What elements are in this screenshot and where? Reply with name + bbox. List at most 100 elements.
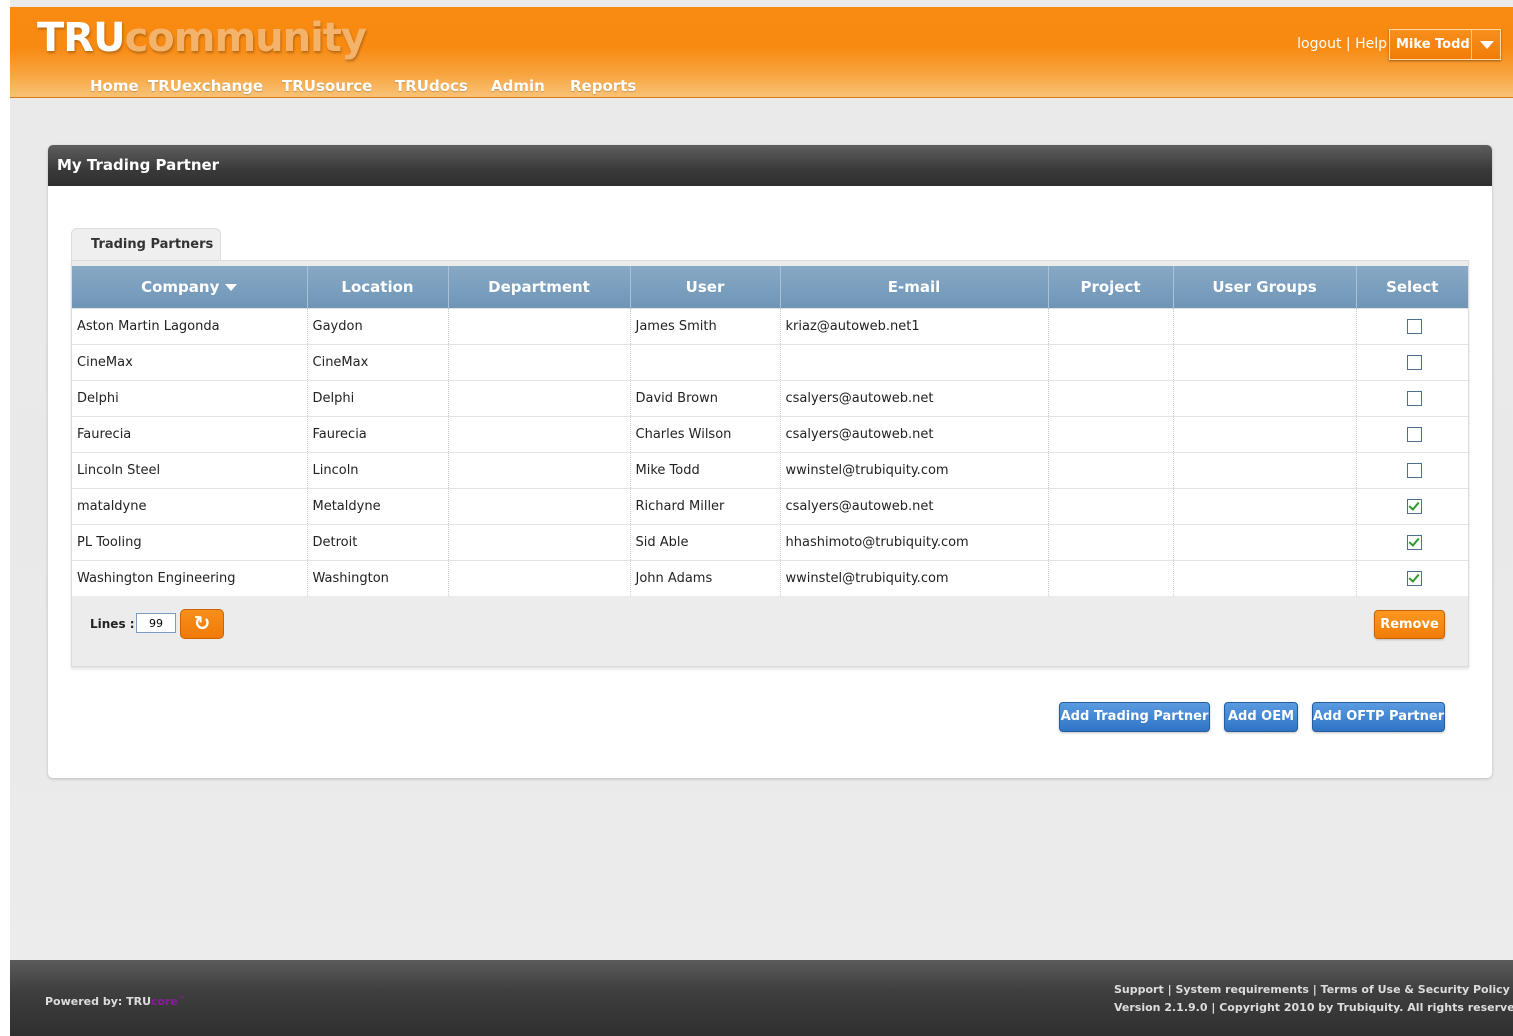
row-select-checkbox[interactable] <box>1407 355 1423 370</box>
add-oftp-partner-button[interactable]: Add OFTP Partner <box>1312 702 1445 732</box>
cell-location: CineMax <box>306 344 448 381</box>
cell-email: hhashimoto@trubiquity.com <box>779 524 1048 561</box>
cell-email: csalyers@autoweb.net <box>779 416 1048 453</box>
powered-core: core <box>151 995 178 1008</box>
row-select-checkbox[interactable] <box>1407 499 1423 514</box>
footer-copyright: Version 2.1.9.0 | Copyright 2010 by Trub… <box>1114 1001 1513 1014</box>
add-oem-button[interactable]: Add OEM <box>1224 702 1298 732</box>
system-requirements-link[interactable]: System requirements <box>1175 983 1308 996</box>
trading-partner-panel: My Trading Partner Trading Partners Comp… <box>48 145 1492 778</box>
refresh-button[interactable]: ↻ <box>180 609 224 639</box>
cell-email: wwinstel@trubiquity.com <box>779 452 1048 489</box>
cell-user: John Adams <box>629 560 780 596</box>
table-row[interactable]: CineMax CineMax <box>72 344 1468 381</box>
cell-department <box>447 524 630 561</box>
tab-trading-partners[interactable]: Trading Partners <box>71 228 221 260</box>
table-row[interactable]: Washington Engineering Washington John Ada… <box>72 560 1468 596</box>
panel-title: My Trading Partner <box>57 156 220 174</box>
cell-location: Delphi <box>306 380 448 417</box>
footer-separator: | <box>1211 1001 1216 1014</box>
column-header-location[interactable]: Location <box>306 266 448 309</box>
cell-project <box>1047 416 1173 453</box>
cell-company: CineMax <box>72 344 307 381</box>
remove-button[interactable]: Remove <box>1374 610 1445 639</box>
support-link[interactable]: Support <box>1114 983 1164 996</box>
table-row[interactable]: PL Tooling Detroit Sid Able hhashimoto@trub… <box>72 524 1468 561</box>
cell-email: csalyers@autoweb.net <box>779 380 1048 417</box>
cell-location: Washington <box>306 560 448 596</box>
logout-link[interactable]: logout <box>1297 36 1341 52</box>
app-logo[interactable]: TRUcommunity <box>37 15 367 61</box>
cell-department <box>447 308 630 345</box>
cell-select <box>1355 560 1468 596</box>
trading-partners-table: Company Location Department User E-mail … <box>72 266 1468 596</box>
terms-link[interactable]: Terms of Use & Security Policy <box>1321 983 1510 996</box>
column-header-user[interactable]: User <box>629 266 780 309</box>
row-select-checkbox[interactable] <box>1407 319 1423 334</box>
cell-user: Charles Wilson <box>629 416 780 453</box>
tab-label: Trading Partners <box>91 237 214 252</box>
add-trading-partner-button[interactable]: Add Trading Partner <box>1059 702 1210 732</box>
nav-reports[interactable]: Reports <box>570 77 636 95</box>
lines-input[interactable] <box>136 613 176 633</box>
cell-department <box>447 416 630 453</box>
cell-email: kriaz@autoweb.net1 <box>779 308 1048 345</box>
logo-community: community <box>124 15 367 61</box>
trademark: ™ <box>177 995 186 1004</box>
column-header-department[interactable]: Department <box>447 266 630 309</box>
panel-header: My Trading Partner <box>48 145 1492 186</box>
column-header-company[interactable]: Company <box>72 266 307 309</box>
cell-department <box>447 488 630 525</box>
nav-home[interactable]: Home <box>90 77 139 95</box>
cell-project <box>1047 524 1173 561</box>
cell-user-groups <box>1172 416 1356 453</box>
column-label: Company <box>141 278 220 296</box>
trading-partners-grid: Company Location Department User E-mail … <box>71 260 1469 667</box>
nav-trusource[interactable]: TRUsource <box>282 77 372 95</box>
sort-desc-icon <box>225 284 238 291</box>
top-links-separator: | <box>1345 36 1351 52</box>
cell-select <box>1355 344 1468 381</box>
cell-department <box>447 380 630 417</box>
cell-user: David Brown <box>629 380 780 417</box>
cell-location: Faurecia <box>306 416 448 453</box>
column-header-select[interactable]: Select <box>1355 266 1468 309</box>
nav-trudocs[interactable]: TRUdocs <box>395 77 468 95</box>
table-row[interactable]: Aston Martin Lagonda Gaydon James Smith kri… <box>72 308 1468 345</box>
version-text: Version 2.1.9.0 <box>1114 1001 1208 1014</box>
help-link[interactable]: Help <box>1355 36 1387 52</box>
column-header-email[interactable]: E-mail <box>779 266 1048 309</box>
cell-select <box>1355 524 1468 561</box>
table-row[interactable]: Lincoln Steel Lincoln Mike Todd wwinstel@tr… <box>72 452 1468 489</box>
cell-project <box>1047 380 1173 417</box>
column-header-user-groups[interactable]: User Groups <box>1172 266 1356 309</box>
cell-department <box>447 452 630 489</box>
footer-links: Support | System requirements | Terms of… <box>1114 983 1510 996</box>
row-select-checkbox[interactable] <box>1407 463 1423 478</box>
table-header-row: Company Location Department User E-mail … <box>72 266 1468 309</box>
column-header-project[interactable]: Project <box>1047 266 1173 309</box>
page-footer: Powered by: TRUcore™ Support | System re… <box>10 960 1513 1036</box>
table-row[interactable]: mataldyne Metaldyne Richard Miller csalyers… <box>72 488 1468 525</box>
nav-admin[interactable]: Admin <box>491 77 545 95</box>
cell-company: Lincoln Steel <box>72 452 307 489</box>
row-select-checkbox[interactable] <box>1407 571 1423 586</box>
chevron-down-icon[interactable] <box>1471 30 1500 59</box>
cell-select <box>1355 308 1468 345</box>
table-row[interactable]: Delphi Delphi David Brown csalyers@autoweb.… <box>72 380 1468 417</box>
app-header: TRUcommunity Home TRUexchange TRUsource … <box>10 7 1513 98</box>
row-select-checkbox[interactable] <box>1407 391 1423 406</box>
table-row[interactable]: Faurecia Faurecia Charles Wilson csalyers@a… <box>72 416 1468 453</box>
row-select-checkbox[interactable] <box>1407 535 1423 550</box>
cell-user: Sid Able <box>629 524 780 561</box>
row-select-checkbox[interactable] <box>1407 427 1423 442</box>
cell-email: wwinstel@trubiquity.com <box>779 560 1048 596</box>
cell-user-groups <box>1172 344 1356 381</box>
user-menu-button[interactable]: Mike Todd <box>1389 29 1501 60</box>
nav-truexchange[interactable]: TRUexchange <box>148 77 263 95</box>
cell-user: Mike Todd <box>629 452 780 489</box>
refresh-icon: ↻ <box>193 611 211 635</box>
cell-project <box>1047 488 1173 525</box>
cell-user-groups <box>1172 308 1356 345</box>
cell-location: Gaydon <box>306 308 448 345</box>
